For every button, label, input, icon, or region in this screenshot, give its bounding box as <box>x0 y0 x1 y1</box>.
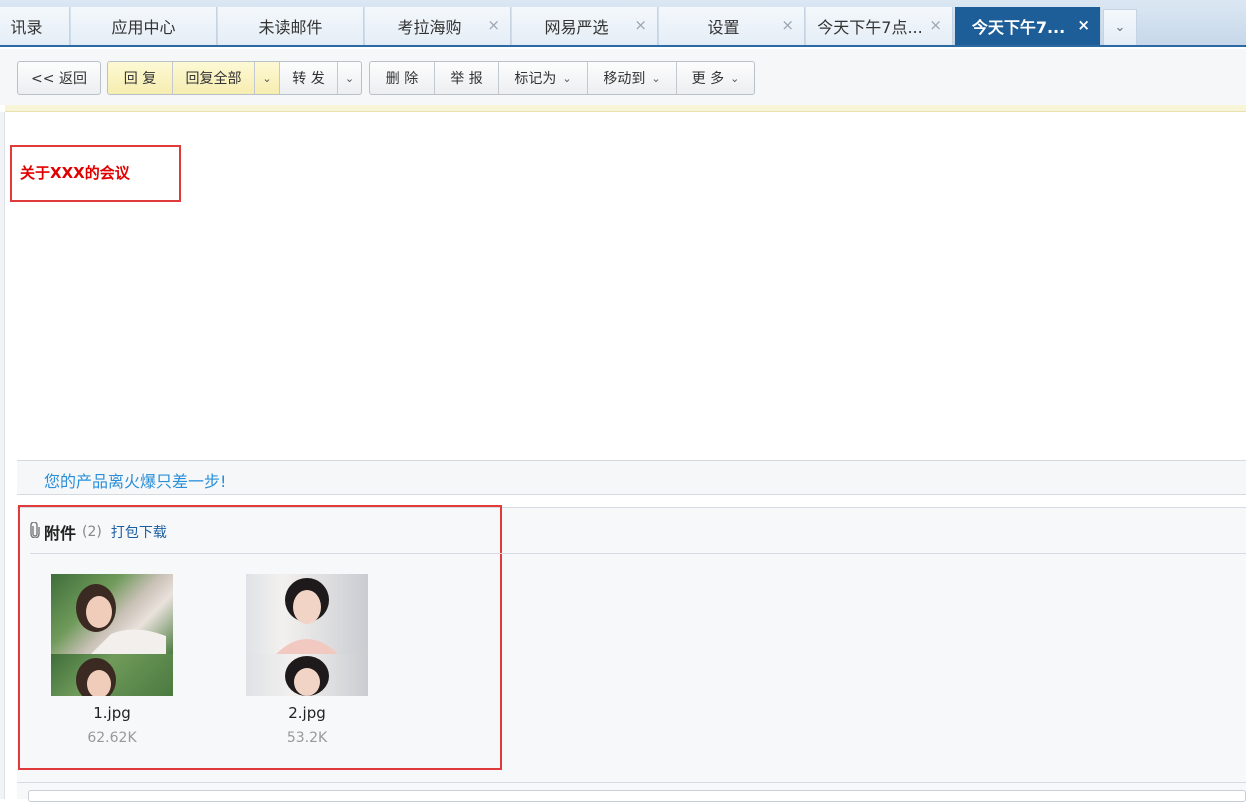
close-icon[interactable]: × <box>634 16 647 34</box>
close-icon[interactable]: × <box>929 16 942 34</box>
forward-dropdown[interactable]: ⌄ <box>338 62 361 94</box>
close-icon[interactable]: × <box>487 16 500 34</box>
chevron-down-icon: ⌄ <box>562 71 572 85</box>
tab-label: 设置 <box>707 18 740 37</box>
tab-label: 考拉海购 <box>397 18 462 37</box>
more-label: 更 多 <box>691 71 725 87</box>
delete-button[interactable]: 删 除 <box>370 62 435 94</box>
tab-yanxuan[interactable]: 网易严选 × <box>512 7 658 45</box>
tab-app-center[interactable]: 应用中心 <box>71 7 217 45</box>
tab-label: 今天下午7点... <box>817 18 923 37</box>
reply-all-dropdown[interactable]: ⌄ <box>255 62 280 94</box>
attachment-thumbnail-2[interactable] <box>246 574 368 696</box>
actions-group: 删 除 举 报 标记为 ⌄ 移动到 ⌄ 更 多 ⌄ <box>369 61 755 95</box>
tab-label: 今天下午7... <box>971 18 1066 37</box>
photo-image <box>51 654 173 696</box>
left-edge <box>0 112 5 799</box>
chevron-down-icon: ⌄ <box>651 71 661 85</box>
reply-group: 回 复 回复全部 ⌄ 转 发 ⌄ <box>107 61 362 95</box>
ad-link[interactable]: 您的产品离火爆只差一步! <box>44 468 226 492</box>
photo-image <box>246 654 368 696</box>
forward-button[interactable]: 转 发 <box>280 62 338 94</box>
report-button[interactable]: 举 报 <box>435 62 499 94</box>
toolbar-divider <box>5 105 1246 112</box>
mark-as-button[interactable]: 标记为 ⌄ <box>499 62 588 94</box>
tab-contacts[interactable]: 讯录 <box>0 7 70 45</box>
attachments-count: (2) <box>82 524 102 540</box>
tab-mail-1[interactable]: 今天下午7点... × <box>806 7 953 45</box>
attachment-1-name[interactable]: 1.jpg <box>51 704 173 722</box>
close-icon[interactable]: × <box>781 16 794 34</box>
tab-bar: 讯录 应用中心 未读邮件 考拉海购 × 网易严选 × 设置 × 今天下午7点..… <box>0 0 1246 47</box>
chevron-down-icon[interactable]: ⌄ <box>1103 9 1137 45</box>
bottom-divider <box>17 782 1246 783</box>
tab-unread-mail[interactable]: 未读邮件 <box>218 7 364 45</box>
tab-label: 应用中心 <box>111 18 176 37</box>
tab-mail-2-active[interactable]: 今天下午7... × <box>955 7 1101 45</box>
photo-image <box>51 574 173 654</box>
chevron-down-icon: ⌄ <box>344 71 355 85</box>
mail-body-text: 关于XXX的会议 <box>20 164 130 182</box>
download-all-link[interactable]: 打包下载 <box>111 522 167 542</box>
close-icon[interactable]: × <box>1077 16 1090 34</box>
tab-label: 讯录 <box>10 18 43 37</box>
quick-reply-box[interactable] <box>28 790 1246 802</box>
attachment-thumbnail-1[interactable] <box>51 574 173 696</box>
attachment-2-size: 53.2K <box>286 730 328 746</box>
attachments-divider <box>30 553 1246 554</box>
move-to-button[interactable]: 移动到 ⌄ <box>588 62 677 94</box>
reply-button[interactable]: 回 复 <box>108 62 173 94</box>
tab-label: 未读邮件 <box>258 18 323 37</box>
attachments-title: 附件 <box>44 524 77 543</box>
back-button[interactable]: << 返回 <box>18 62 100 94</box>
chevron-down-icon: ⌄ <box>730 71 740 85</box>
attachment-2-name[interactable]: 2.jpg <box>246 704 368 722</box>
attachment-1-size: 62.62K <box>87 730 137 746</box>
paperclip-icon <box>30 521 40 542</box>
mark-as-label: 标记为 <box>514 71 557 87</box>
back-group: << 返回 <box>17 61 101 95</box>
tab-settings[interactable]: 设置 × <box>659 7 805 45</box>
attachments-header: 附件 (2) 打包下载 <box>30 520 167 544</box>
chevron-down-icon: ⌄ <box>262 71 272 85</box>
reply-all-button[interactable]: 回复全部 <box>173 62 255 94</box>
photo-image <box>246 574 368 654</box>
tab-kaola[interactable]: 考拉海购 × <box>365 7 511 45</box>
tab-label: 网易严选 <box>544 18 609 37</box>
move-to-label: 移动到 <box>603 71 646 87</box>
more-button[interactable]: 更 多 ⌄ <box>677 62 754 94</box>
